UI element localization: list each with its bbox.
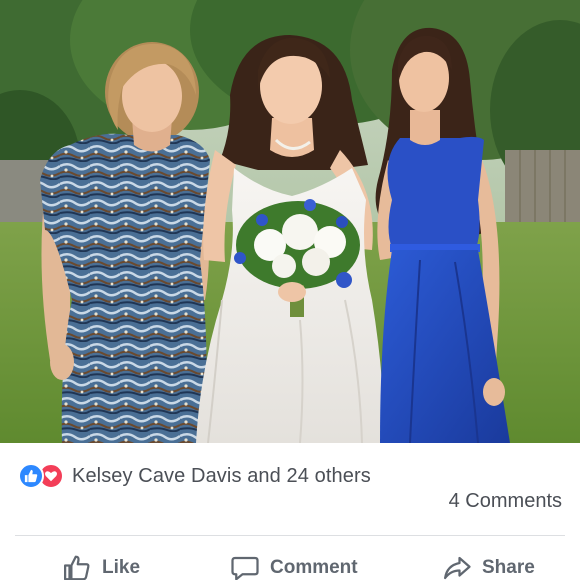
photo-illustration xyxy=(0,0,580,443)
post-photo[interactable] xyxy=(0,0,580,443)
share-label: Share xyxy=(482,557,535,578)
thumbs-up-icon xyxy=(64,555,90,580)
reactions-summary[interactable]: Kelsey Cave Davis and 24 others xyxy=(18,461,371,491)
like-reaction-icon xyxy=(18,463,44,489)
share-arrow-icon xyxy=(444,556,471,580)
comment-button[interactable]: Comment xyxy=(230,548,358,580)
comment-bubble-icon xyxy=(231,556,259,580)
post-action-bar: Like Comment Share xyxy=(0,548,580,580)
comment-label: Comment xyxy=(270,557,358,578)
share-button[interactable]: Share xyxy=(442,548,535,580)
like-label: Like xyxy=(102,557,141,578)
reactions-names[interactable]: Kelsey Cave Davis and 24 others xyxy=(72,465,371,488)
comments-count-link[interactable]: 4 Comments xyxy=(449,490,562,513)
action-divider xyxy=(15,535,565,536)
like-button[interactable]: Like xyxy=(62,548,140,580)
